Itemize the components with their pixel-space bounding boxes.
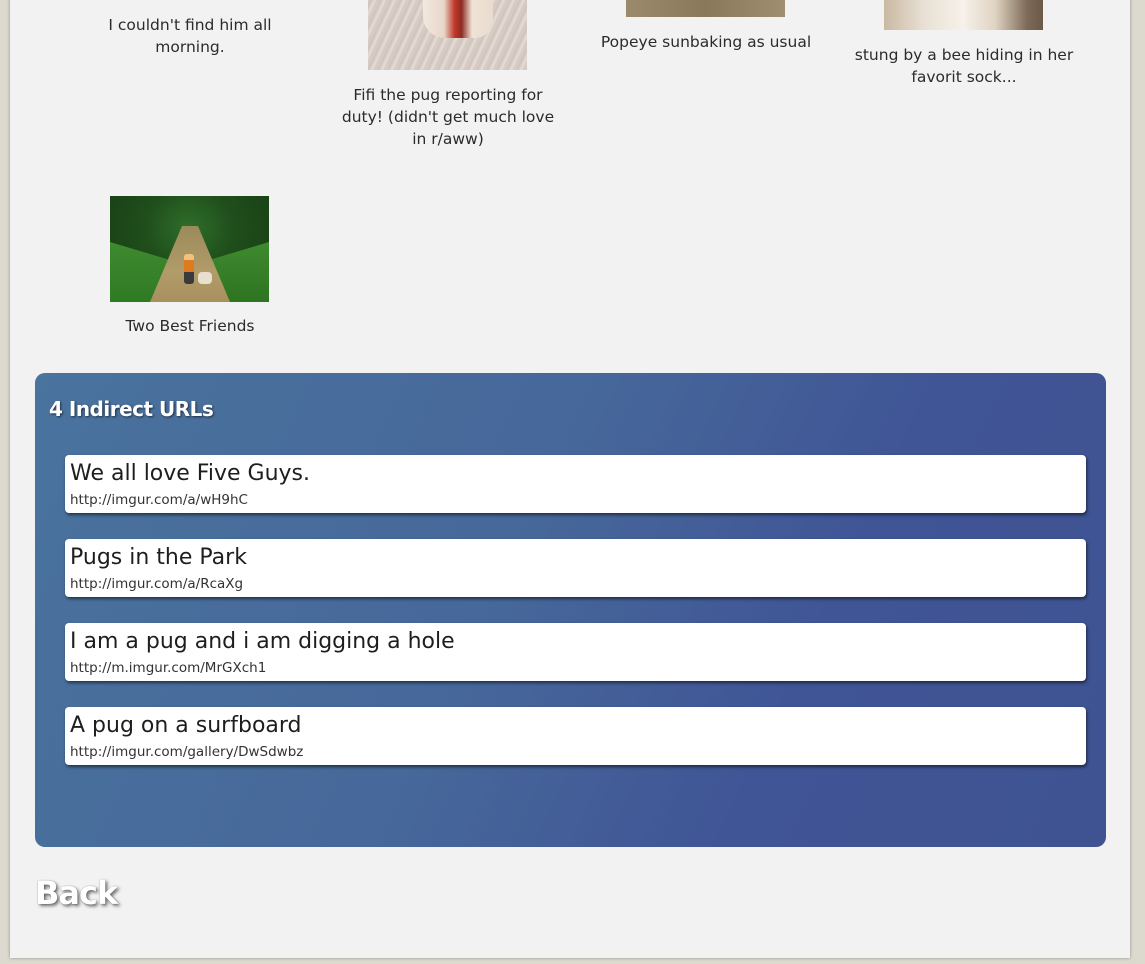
back-link[interactable]: Back [35, 874, 118, 912]
url-card[interactable]: Pugs in the Park http://imgur.com/a/RcaX… [65, 539, 1086, 597]
gallery-item[interactable]: Fifi the pug reporting for duty! (didn't… [338, 84, 558, 150]
gallery-caption: I couldn't find him all morning. [108, 16, 272, 56]
gallery-item[interactable]: Two Best Friends [80, 315, 300, 337]
thumbnail-detail [423, 0, 493, 38]
url-card-title[interactable]: Pugs in the Park [70, 545, 247, 570]
url-card-title[interactable]: A pug on a surfboard [70, 713, 302, 738]
url-card[interactable]: We all love Five Guys. http://imgur.com/… [65, 455, 1086, 513]
page-container: I couldn't find him all morning. Fifi th… [10, 0, 1130, 958]
thumbnail-detail [184, 254, 194, 284]
panel-heading: 4 Indirect URLs [49, 397, 214, 421]
gallery-caption: stung by a bee hiding in her favorit soc… [854, 46, 1074, 86]
url-card-link[interactable]: http://imgur.com/gallery/DwSdwbz [70, 744, 303, 760]
gallery-thumbnail[interactable] [626, 0, 785, 17]
gallery-item[interactable]: I couldn't find him all morning. [80, 14, 300, 58]
url-card[interactable]: A pug on a surfboard http://imgur.com/ga… [65, 707, 1086, 765]
gallery-caption: Two Best Friends [125, 317, 255, 335]
url-card-title[interactable]: We all love Five Guys. [70, 461, 310, 486]
url-card-link[interactable]: http://imgur.com/a/RcaXg [70, 576, 243, 592]
url-card-link[interactable]: http://m.imgur.com/MrGXch1 [70, 660, 266, 676]
gallery-item[interactable]: stung by a bee hiding in her favorit soc… [854, 44, 1074, 88]
gallery-caption: Popeye sunbaking as usual [600, 33, 812, 51]
thumbnail-detail [198, 272, 212, 284]
url-card-title[interactable]: I am a pug and i am digging a hole [70, 629, 455, 654]
indirect-urls-panel: 4 Indirect URLs We all love Five Guys. h… [35, 373, 1106, 847]
gallery-item[interactable]: Popeye sunbaking as usual [596, 31, 816, 53]
url-card[interactable]: I am a pug and i am digging a hole http:… [65, 623, 1086, 681]
gallery-thumbnail[interactable] [110, 196, 269, 302]
gallery-caption: Fifi the pug reporting for duty! (didn't… [341, 86, 555, 148]
gallery-thumbnail[interactable] [368, 0, 527, 70]
url-card-link[interactable]: http://imgur.com/a/wH9hC [70, 492, 248, 508]
gallery-thumbnail[interactable] [884, 0, 1043, 30]
